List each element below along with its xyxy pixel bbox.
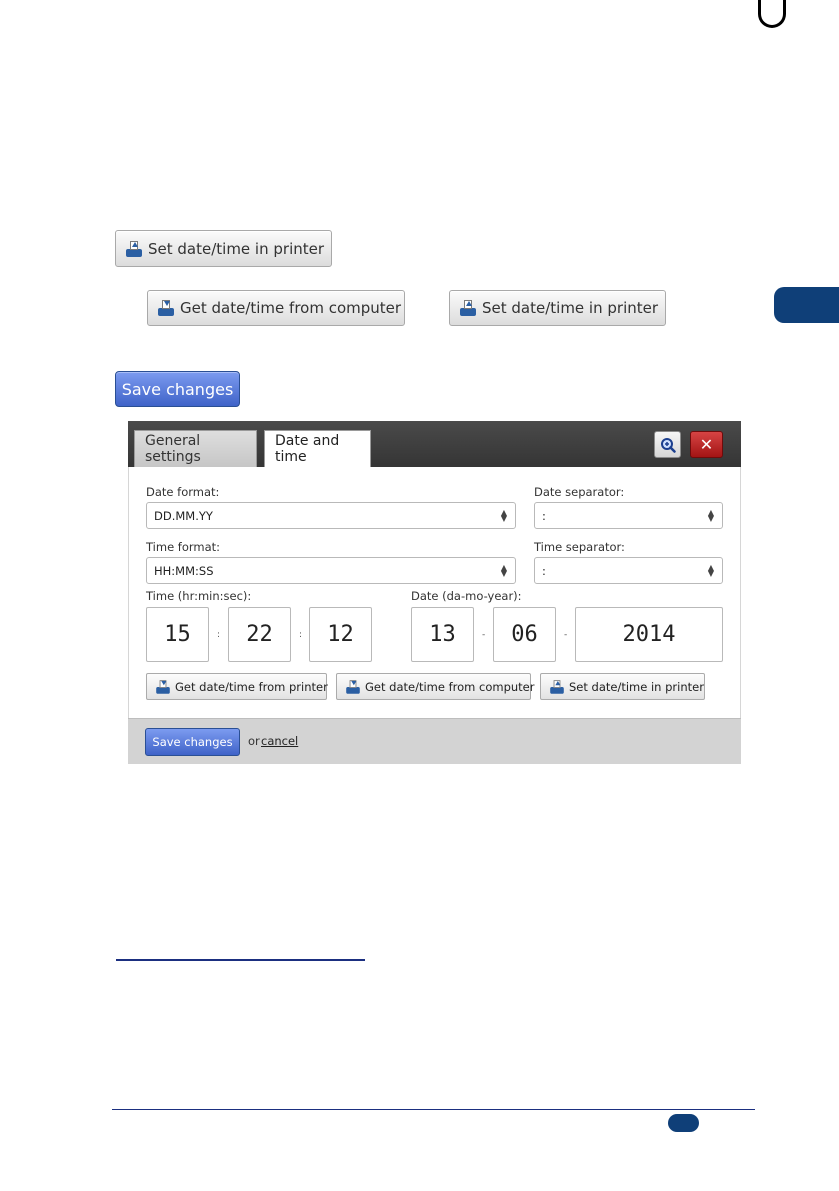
date-separator-value: : bbox=[542, 508, 546, 523]
or-text: or bbox=[248, 734, 260, 748]
date-format-select[interactable]: DD.MM.YY ▲ ▼ bbox=[146, 502, 516, 529]
time-format-value: HH:MM:SS bbox=[154, 563, 214, 578]
time-label: Time (hr:min:sec): bbox=[146, 589, 252, 603]
dialog-footer: Save changes or cancel bbox=[128, 718, 741, 764]
date-separator: - bbox=[482, 630, 486, 640]
tab-date-and-time[interactable]: Date and time bbox=[264, 430, 371, 467]
button-label: Get date/time from computer bbox=[180, 299, 402, 317]
chapter-side-tab bbox=[774, 287, 839, 323]
minutes-input[interactable]: 22 bbox=[228, 607, 291, 662]
printer-upload-icon bbox=[550, 679, 564, 694]
printer-download-icon bbox=[346, 679, 360, 694]
dialog-body: Date format: DD.MM.YY ▲ ▼ Date separator:… bbox=[128, 467, 741, 718]
cancel-link[interactable]: cancel bbox=[261, 734, 298, 748]
date-separator: - bbox=[564, 630, 568, 640]
save-changes-button[interactable]: Save changes bbox=[115, 371, 240, 407]
select-arrows-icon: ▲ ▼ bbox=[500, 563, 507, 578]
hyperlink-underline bbox=[116, 959, 365, 961]
page-number-pill bbox=[668, 1114, 699, 1132]
time-separator: : bbox=[299, 630, 303, 640]
close-icon: ✕ bbox=[699, 435, 714, 454]
set-datetime-in-printer-button[interactable]: Set date/time in printer bbox=[449, 290, 666, 326]
printer-upload-icon bbox=[126, 240, 142, 257]
set-datetime-in-printer-button[interactable]: Set date/time in printer bbox=[540, 673, 705, 700]
select-arrows-icon: ▲ ▼ bbox=[707, 563, 714, 578]
printer-download-icon bbox=[156, 679, 170, 694]
save-changes-button[interactable]: Save changes bbox=[145, 728, 240, 756]
date-format-value: DD.MM.YY bbox=[154, 508, 213, 523]
hours-input[interactable]: 15 bbox=[146, 607, 209, 662]
get-datetime-from-printer-button[interactable]: Get date/time from printer bbox=[146, 673, 328, 700]
button-label: Get date/time from printer bbox=[175, 679, 328, 694]
day-input[interactable]: 13 bbox=[411, 607, 474, 662]
tab-general-settings[interactable]: General settings bbox=[134, 430, 257, 467]
zoom-icon bbox=[660, 437, 676, 453]
seconds-input[interactable]: 12 bbox=[309, 607, 372, 662]
time-separator-label: Time separator: bbox=[534, 540, 625, 554]
select-arrows-icon: ▲ ▼ bbox=[500, 508, 507, 523]
get-datetime-from-computer-button[interactable]: Get date/time from computer bbox=[336, 673, 535, 700]
time-format-label: Time format: bbox=[146, 540, 221, 554]
zoom-button[interactable] bbox=[654, 431, 681, 458]
binder-hole-mark bbox=[758, 0, 786, 28]
button-label: Get date/time from computer bbox=[365, 679, 535, 694]
dialog-header: General settings Date and time ✕ bbox=[128, 421, 741, 467]
button-label: Set date/time in printer bbox=[569, 679, 704, 694]
date-time-dialog: General settings Date and time ✕ Date fo… bbox=[128, 421, 741, 764]
time-format-select[interactable]: HH:MM:SS ▲ ▼ bbox=[146, 557, 516, 584]
set-datetime-in-printer-button[interactable]: Set date/time in printer bbox=[115, 230, 332, 267]
printer-download-icon bbox=[158, 300, 174, 316]
time-separator-value: : bbox=[542, 563, 546, 578]
date-label: Date (da-mo-year): bbox=[411, 589, 522, 603]
time-separator: : bbox=[217, 630, 221, 640]
date-format-label: Date format: bbox=[146, 485, 220, 499]
get-datetime-from-computer-button[interactable]: Get date/time from computer bbox=[147, 290, 405, 326]
button-label: Set date/time in printer bbox=[148, 239, 325, 258]
footer-rule bbox=[112, 1109, 755, 1110]
printer-upload-icon bbox=[460, 300, 476, 316]
close-button[interactable]: ✕ bbox=[690, 431, 723, 458]
year-input[interactable]: 2014 bbox=[575, 607, 723, 662]
date-separator-select[interactable]: : ▲ ▼ bbox=[534, 502, 723, 529]
time-separator-select[interactable]: : ▲ ▼ bbox=[534, 557, 723, 584]
date-separator-label: Date separator: bbox=[534, 485, 625, 499]
select-arrows-icon: ▲ ▼ bbox=[707, 508, 714, 523]
month-input[interactable]: 06 bbox=[493, 607, 556, 662]
button-label: Set date/time in printer bbox=[482, 299, 659, 317]
